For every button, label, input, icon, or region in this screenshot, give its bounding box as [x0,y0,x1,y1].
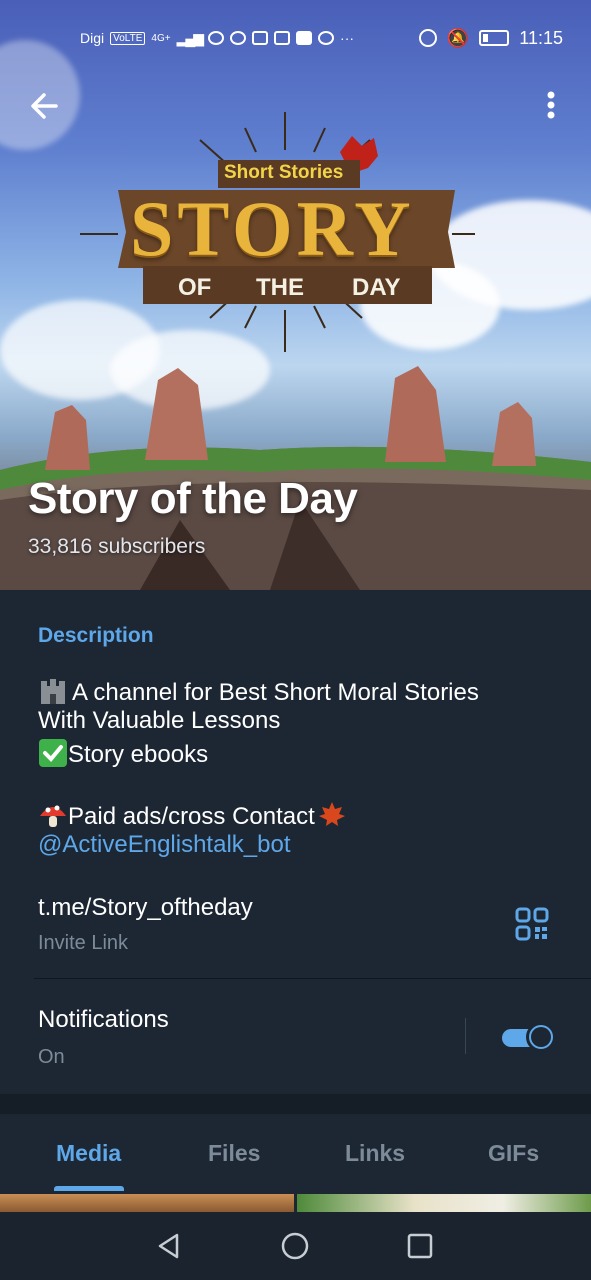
section-gap [0,1094,591,1114]
logo-word-the: THE [256,274,304,301]
description-line-3: Story ebooks [38,738,208,769]
section-divider [34,978,591,979]
hotspot-icon [208,31,225,45]
battery-icon [479,30,510,46]
volte-badge: VoLTE [110,31,146,45]
subscriber-count: 33,816 subscribers [28,535,206,558]
system-navigation-bar [0,1212,591,1280]
notifications-state: On [38,1046,65,1068]
triangle-back-icon[interactable] [153,1230,185,1262]
square-recents-icon[interactable] [404,1230,436,1262]
back-button[interactable] [26,86,66,126]
logo-main-text: STORY [130,185,415,272]
status-right: 🔕 11:15 [418,27,563,49]
channel-title: Story of the Day [28,474,358,523]
more-notifications-icon: ··· [340,30,355,46]
media-thumbnail[interactable] [297,1194,591,1212]
logo-top-text: Short Stories [224,162,344,183]
more-options-button[interactable] [536,86,566,126]
carrier-label: Digi [80,30,105,46]
logo-word-day: DAY [352,274,401,301]
channel-info-section: Description A channel for Best Short Mor… [0,590,591,1094]
signal-icon: ▂▄▆ [176,29,204,46]
description-line-1: A channel for Best Short Moral Stories [38,676,479,707]
clock: 11:15 [519,27,563,48]
castle-emoji-icon [41,679,65,704]
shared-media-tabs: Media Files Links GIFs [0,1114,591,1194]
description-text-3: Story ebooks [68,741,209,768]
tab-files[interactable]: Files [208,1140,260,1167]
maple-leaf-emoji-icon [318,802,345,826]
mail-icon [274,31,291,45]
network-label: 4G+ [151,32,171,44]
qr-code-button[interactable] [514,906,550,942]
media-grid [0,1194,591,1212]
description-text-1: A channel for Best Short Moral Stories [72,679,479,706]
description-text-4: Paid ads/cross Contact [68,803,315,830]
description-line-4: Paid ads/cross Contact [38,800,351,831]
toggle-knob [526,1022,556,1052]
mute-icon: 🔕 [446,27,470,48]
youtube-icon [296,31,313,45]
description-label: Description [38,624,154,647]
mushroom-emoji-icon [40,805,66,827]
qr-code-icon [515,907,549,941]
arrow-left-icon [31,93,58,119]
check-mark-button-emoji-icon [39,739,67,767]
alarm-icon [418,29,437,47]
status-bar: Digi VoLTE 4G+ ▂▄▆ ··· 🔕 11:15 [0,20,591,56]
contact-bot-link[interactable]: @ActiveEnglishtalk_bot [38,831,291,859]
channel-cover: Short Stories STORY OF THE DAY Digi VoLT… [0,0,591,590]
app-b-icon [230,31,247,45]
invite-link[interactable]: t.me/Story_oftheday [38,894,253,922]
logo-word-of: OF [178,274,212,301]
alert-icon [252,31,269,45]
more-vertical-icon [547,91,555,119]
chrome-icon [318,31,335,45]
media-thumbnail[interactable] [0,1194,294,1212]
notifications-title[interactable]: Notifications [38,1006,169,1034]
invite-link-caption: Invite Link [38,932,129,954]
vertical-separator [465,1018,466,1054]
notifications-toggle[interactable] [500,1022,556,1052]
active-tab-indicator [54,1186,124,1191]
tab-gifs[interactable]: GIFs [488,1140,539,1167]
circle-home-icon[interactable] [279,1230,311,1262]
tab-links[interactable]: Links [345,1140,405,1167]
tab-media[interactable]: Media [56,1140,121,1167]
status-left: Digi VoLTE 4G+ ▂▄▆ ··· [80,30,354,47]
description-line-2: With Valuable Lessons [38,707,281,734]
